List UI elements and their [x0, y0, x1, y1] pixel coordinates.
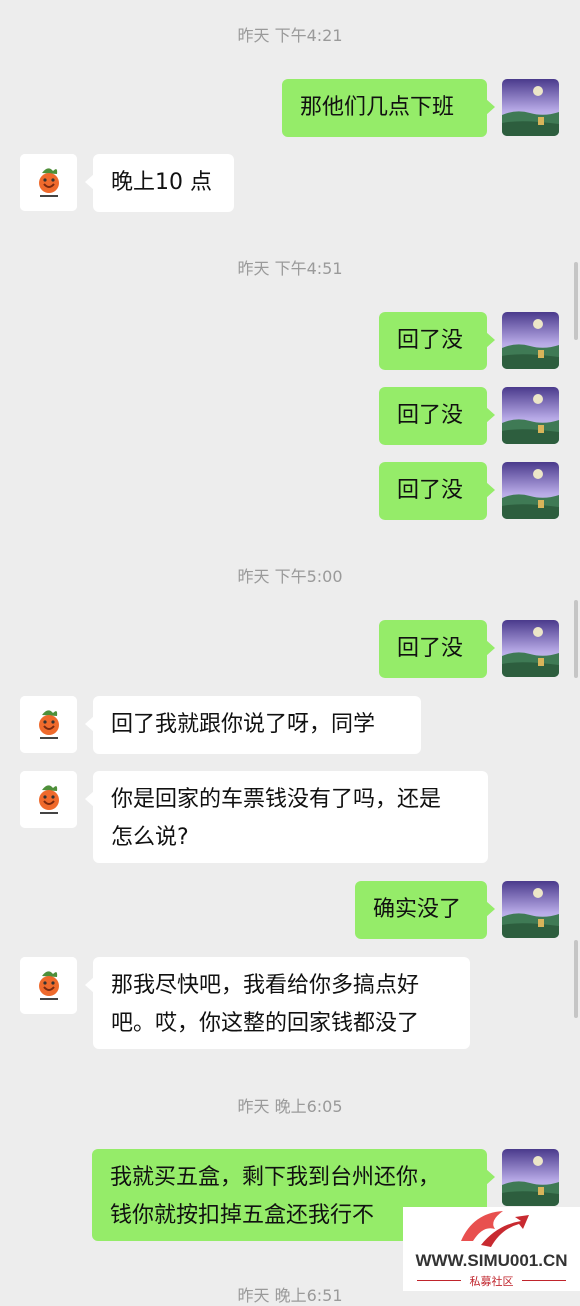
- message-line: 吧。哎，你这整的回家钱都没了: [111, 1011, 420, 1036]
- contact-avatar[interactable]: [20, 771, 77, 828]
- landscape-avatar-icon: [502, 881, 559, 938]
- site-watermark: WWW.SIMU001.CN 私募社区: [403, 1207, 580, 1291]
- message-line: 你是回家的车票钱没有了吗，还是: [111, 787, 442, 812]
- my-avatar[interactable]: [502, 79, 559, 136]
- watermark-logo-icon: [461, 1211, 529, 1247]
- sent-message-bubble[interactable]: 回了没: [379, 462, 495, 520]
- contact-avatar[interactable]: [20, 957, 77, 1014]
- message-line: 那我尽快吧，我看给你多搞点好: [111, 973, 420, 998]
- timestamp: 昨天 晚上6:05: [237, 1097, 343, 1116]
- carrot-cartoon-avatar-icon: [20, 154, 77, 211]
- received-message-bubble[interactable]: 你是回家的车票钱没有了吗，还是 怎么说?: [85, 771, 488, 863]
- timestamp: 昨天 下午4:51: [237, 259, 343, 278]
- received-message-bubble[interactable]: 那我尽快吧，我看给你多搞点好 吧。哎，你这整的回家钱都没了: [85, 957, 470, 1049]
- landscape-avatar-icon: [502, 462, 559, 519]
- my-avatar[interactable]: [502, 462, 559, 519]
- landscape-avatar-icon: [502, 312, 559, 369]
- my-avatar[interactable]: [502, 881, 559, 938]
- sent-message-bubble[interactable]: 那他们几点下班: [282, 79, 495, 137]
- scrollbar[interactable]: [574, 940, 578, 1018]
- carrot-cartoon-avatar-icon: [20, 696, 77, 753]
- sent-message-bubble[interactable]: 回了没: [379, 387, 495, 445]
- landscape-avatar-icon: [502, 79, 559, 136]
- landscape-avatar-icon: [502, 387, 559, 444]
- watermark-url: WWW.SIMU001.CN: [415, 1251, 568, 1270]
- message-line: 怎么说?: [111, 825, 189, 850]
- my-avatar[interactable]: [502, 620, 559, 677]
- received-message-bubble[interactable]: 晚上10 点: [85, 154, 234, 212]
- sent-message-bubble[interactable]: 确实没了: [355, 881, 495, 939]
- message-line: 我就买五盒，剩下我到台州还你，: [110, 1165, 441, 1190]
- received-message-bubble[interactable]: 回了我就跟你说了呀，同学: [85, 696, 421, 754]
- landscape-avatar-icon: [502, 1149, 559, 1206]
- timestamp: 昨天 下午5:00: [237, 567, 343, 586]
- sent-message-bubble[interactable]: 回了没: [379, 312, 495, 370]
- watermark-divider: [522, 1280, 566, 1281]
- sent-message-bubble[interactable]: 回了没: [379, 620, 495, 678]
- carrot-cartoon-avatar-icon: [20, 771, 77, 828]
- landscape-avatar-icon: [502, 620, 559, 677]
- watermark-label: 私募社区: [469, 1275, 514, 1288]
- carrot-cartoon-avatar-icon: [20, 957, 77, 1014]
- contact-avatar[interactable]: [20, 154, 77, 211]
- my-avatar[interactable]: [502, 387, 559, 444]
- timestamp: 昨天 下午4:21: [237, 26, 343, 45]
- my-avatar[interactable]: [502, 312, 559, 369]
- scrollbar[interactable]: [574, 600, 578, 678]
- my-avatar[interactable]: [502, 1149, 559, 1206]
- scrollbar[interactable]: [574, 262, 578, 340]
- contact-avatar[interactable]: [20, 696, 77, 753]
